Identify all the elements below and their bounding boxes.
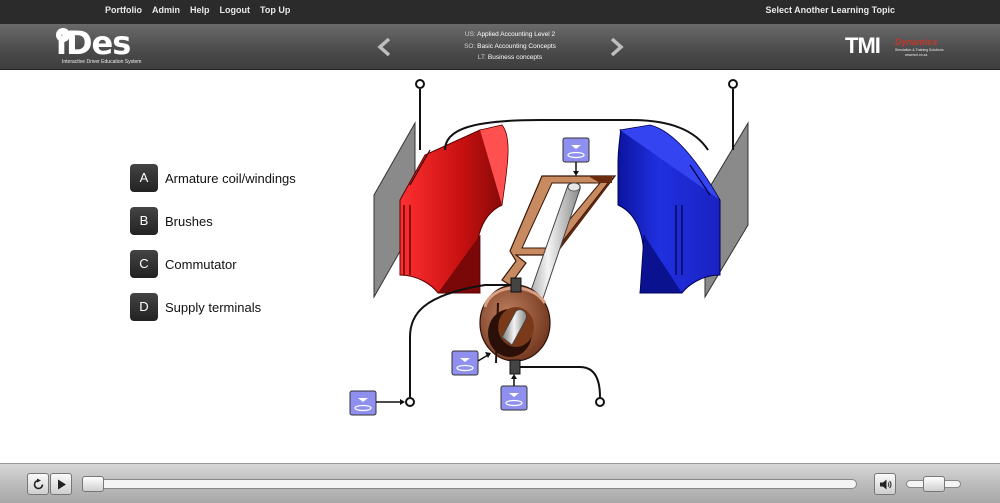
- play-icon: [58, 479, 66, 490]
- app-root: Portfolio Admin Help Logout Top Up Selec…: [0, 0, 1000, 503]
- replay-icon: [33, 478, 44, 490]
- breadcrumb-us: US: Applied Accounting Level 2: [464, 31, 556, 38]
- speaker-icon: [880, 479, 892, 490]
- breadcrumb-so: SO: Basic Accounting Concepts: [464, 42, 556, 50]
- previous-button[interactable]: [377, 37, 393, 57]
- next-button[interactable]: [608, 37, 624, 57]
- legend-label: Supply terminals: [165, 300, 262, 315]
- logo-subtitle: Interactive Driver Education System: [62, 59, 142, 65]
- logo-text: iDes: [56, 24, 131, 62]
- drop-target-brush[interactable]: [500, 374, 528, 411]
- south-pole-magnet: [617, 124, 721, 294]
- lower-brush: [509, 359, 521, 375]
- legend-badge[interactable]: B: [130, 207, 158, 235]
- nav-admin-link[interactable]: Admin: [152, 5, 180, 15]
- tmi-brand-logo: TMI Dynamics Simulation & Training Solut…: [845, 33, 944, 58]
- top-right-terminal[interactable]: [728, 79, 738, 150]
- breadcrumb: US: Applied Accounting Level 2 SO: Basic…: [420, 29, 600, 64]
- legend-badge[interactable]: A: [130, 164, 158, 192]
- north-pole-magnet: [399, 124, 509, 294]
- legend-badge[interactable]: D: [130, 293, 158, 321]
- legend-label: Commutator: [165, 257, 237, 272]
- nav-help-link[interactable]: Help: [190, 5, 210, 15]
- seek-thumb[interactable]: [82, 476, 104, 492]
- drop-target-terminal[interactable]: [349, 390, 405, 416]
- top-left-terminal[interactable]: [415, 79, 425, 150]
- chevron-right-icon: [610, 37, 624, 57]
- play-button[interactable]: [50, 473, 72, 495]
- legend-label: Armature coil/windings: [165, 171, 296, 186]
- top-nav: Portfolio Admin Help Logout Top Up Selec…: [0, 0, 1000, 24]
- volume-thumb[interactable]: [922, 476, 945, 492]
- drop-target-commutator[interactable]: [451, 350, 491, 376]
- replay-button[interactable]: [27, 473, 49, 495]
- bottom-right-terminal[interactable]: [520, 366, 605, 407]
- seek-bar[interactable]: [82, 476, 857, 492]
- ides-logo[interactable]: iDes Interactive Driver Education System: [56, 24, 156, 69]
- select-topic-link[interactable]: Select Another Learning Topic: [765, 5, 895, 15]
- nav-logout-link[interactable]: Logout: [220, 5, 251, 15]
- chevron-left-icon: [377, 37, 391, 57]
- legend-label: Brushes: [165, 214, 213, 229]
- nav-portfolio-link[interactable]: Portfolio: [105, 5, 142, 15]
- dc-motor-diagram: [349, 79, 749, 416]
- upper-brush: [510, 277, 522, 293]
- top-nav-links: Portfolio Admin Help Logout Top Up: [105, 5, 290, 15]
- legend-badge[interactable]: C: [130, 250, 158, 278]
- volume-button[interactable]: [874, 473, 896, 495]
- volume-slider[interactable]: [906, 476, 961, 492]
- header-bar: iDes Interactive Driver Education System…: [0, 24, 1000, 70]
- media-player-bar: [0, 463, 1000, 503]
- breadcrumb-lt: LT: Business concepts: [477, 54, 543, 61]
- drop-target-armature[interactable]: [562, 137, 590, 176]
- nav-topup-link[interactable]: Top Up: [260, 5, 290, 15]
- commutator: [479, 284, 551, 364]
